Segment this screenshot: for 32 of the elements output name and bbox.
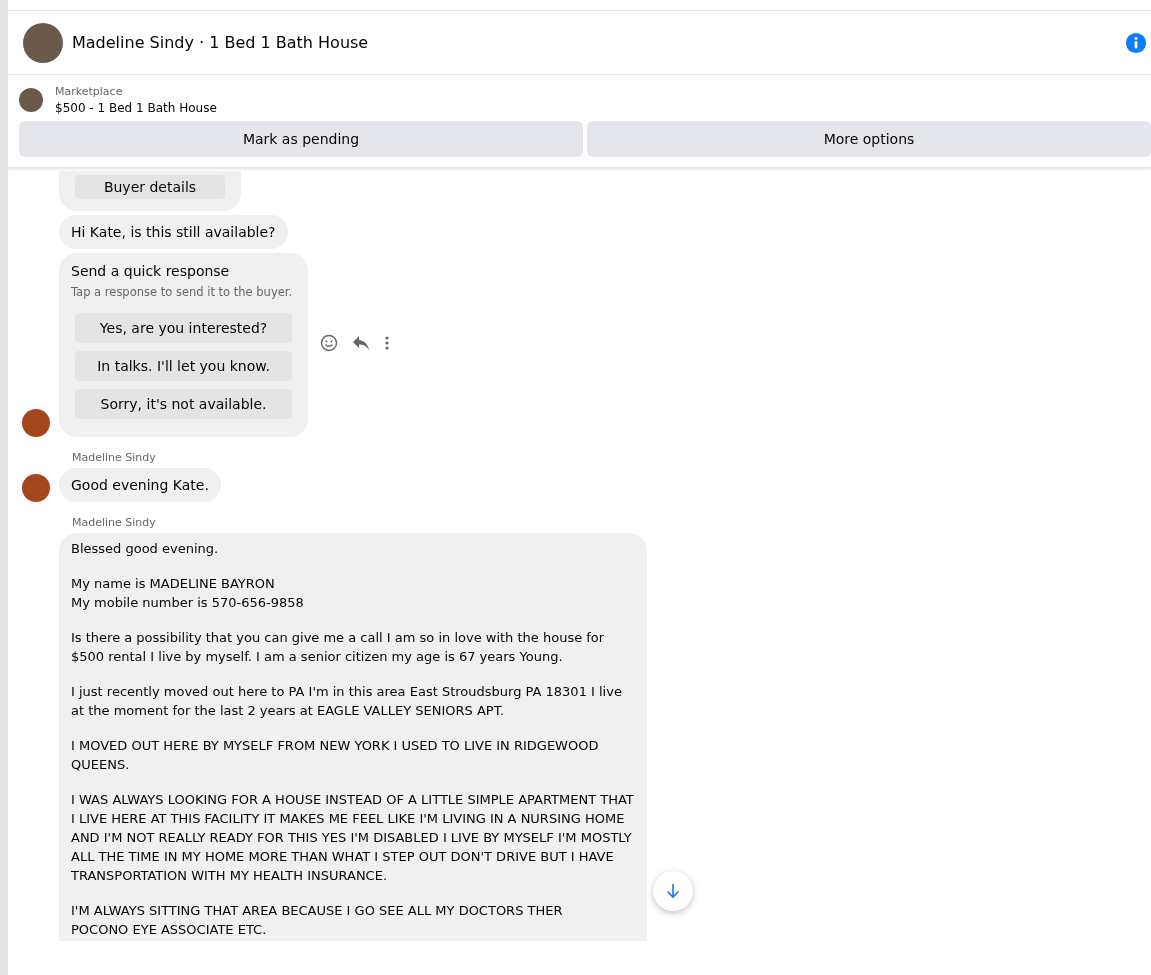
message-bubble: Hi Kate, is this still available? (59, 215, 288, 249)
message-paragraph: I just recently moved out here to PA I'm in this area East Stroudsburg PA 18301 I live at the moment for the last 2 years at EAGLE VALLEY SENIORS APT. (71, 683, 623, 720)
listing-photo (19, 88, 43, 112)
reply-icon[interactable] (352, 335, 371, 351)
listing-title[interactable]: $500 - 1 Bed 1 Bath House (55, 101, 217, 115)
quick-response-button[interactable]: In talks. I'll let you know. (75, 351, 293, 381)
message-paragraph: I'M ALWAYS SITTING THAT AREA BECAUSE I GO SEE ALL MY DOCTORS THER POCONO EYE ASSOCIATE ETC. (71, 902, 564, 939)
conversation-title: Madeline Sindy · 1 Bed 1 Bath House (72, 33, 370, 52)
message-paragraph: I WAS ALWAYS LOOKING FOR A HOUSE INSTEAD OF A LITTLE SIMPLE APARTMENT THAT I LIVE HERE AT THIS FACILITY IT MAKES ME FEEL LIKE I'M LIVING IN A NURSING HOME AND I'M NOT REALLY READY FOR THIS YES I'M DISABLED I LIVE BY MYSELF I'M MOSTLY ALL THE TIME IN MY HOME MORE THAN WHAT I STEP OUT DON'T DRIVE BUT I HAVE TRANSPORTATION WITH MY HEALTH INSURANCE. (71, 791, 635, 885)
sender-avatar (22, 474, 50, 502)
info-icon[interactable] (1125, 31, 1147, 54)
arrow-down-icon (666, 883, 680, 899)
message-paragraph: I MOVED OUT HERE BY MYSELF FROM NEW YORK I USED TO LIVE IN RIDGEWOOD QUEENS. (71, 737, 600, 774)
more-icon[interactable] (384, 335, 391, 351)
listing-action-button[interactable]: More options (587, 121, 1151, 157)
message-paragraph: My name is MADELINE BAYRON My mobile number is 570-656-9858 (71, 575, 305, 612)
quick-response-button[interactable]: Sorry, it's not available. (75, 389, 293, 419)
quick-response-hint: Tap a response to send it to the buyer. (71, 284, 293, 301)
listing-source: Marketplace (55, 85, 124, 98)
message-bubble: Good evening Kate. (59, 468, 221, 502)
emoji-icon[interactable] (320, 334, 339, 352)
quick-response-button[interactable]: Yes, are you interested? (75, 313, 293, 343)
sender-avatar (22, 409, 50, 437)
scroll-down-button[interactable] (653, 871, 693, 911)
avatar-photo (23, 22, 63, 63)
sender-name: Madeline Sindy (72, 451, 157, 464)
message-paragraph: Is there a possibility that you can give me a call I am so in love with the house for $500 rental I live by myself. I am a senior citizen my age is 67 years Young. (71, 629, 606, 666)
message-paragraph: Blessed good evening. (71, 540, 220, 558)
quick-response-title: Send a quick response (71, 262, 231, 280)
buyer-details-button[interactable]: Buyer details (75, 175, 225, 199)
sender-name: Madeline Sindy (72, 516, 157, 529)
listing-action-button[interactable]: Mark as pending (19, 121, 583, 157)
